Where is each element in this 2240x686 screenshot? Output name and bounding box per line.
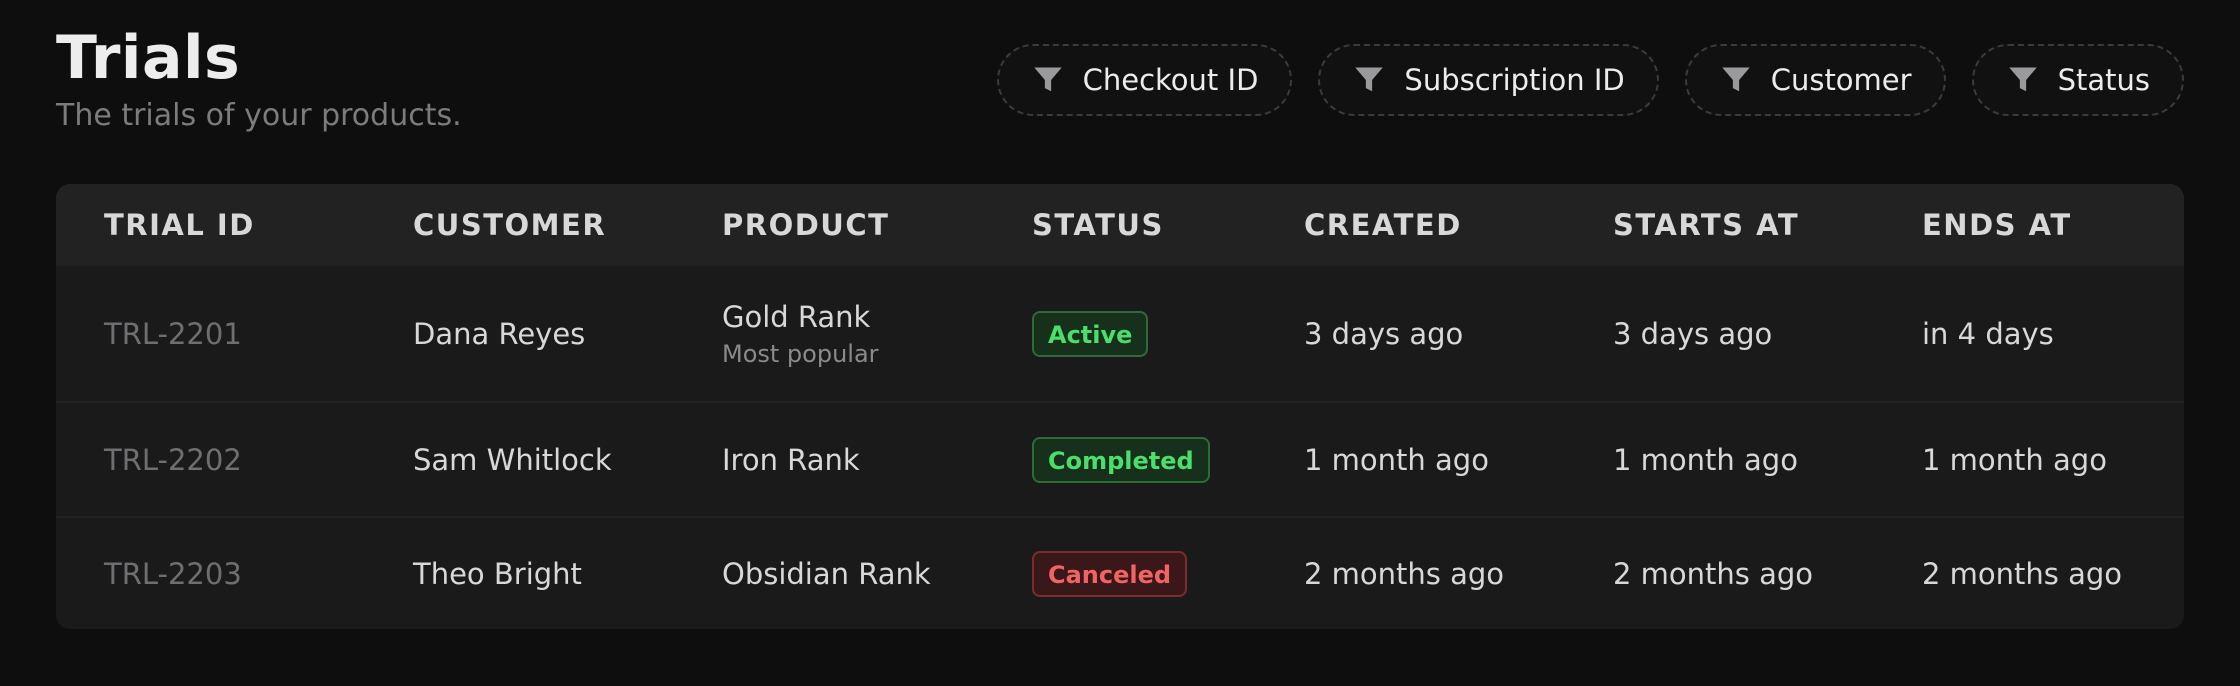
status-cell: Active <box>1032 310 1149 357</box>
filter-label: Checkout ID <box>1082 63 1259 97</box>
column-header-customer[interactable]: CUSTOMER <box>413 208 606 242</box>
starts-at-date: 2 months ago <box>1613 556 1814 591</box>
status-badge: Active <box>1032 310 1149 357</box>
page-subtitle: The trials of your products. <box>56 98 462 133</box>
filter-checkout-id-button[interactable]: Checkout ID <box>996 44 1293 116</box>
column-header-ends-at[interactable]: ENDS AT <box>1922 208 2072 242</box>
product-cell: Gold Rank Most popular <box>722 298 879 370</box>
table-row[interactable]: TRL-2201 Dana Reyes Gold Rank Most popul… <box>56 266 2184 403</box>
ends-at-date: 1 month ago <box>1922 442 2107 477</box>
created-date: 1 month ago <box>1304 442 1489 477</box>
trial-id: TRL-2203 <box>104 556 242 591</box>
table-header: TRIAL ID CUSTOMER PRODUCT STATUS CREATED… <box>56 184 2184 266</box>
filter-label: Subscription ID <box>1404 63 1625 97</box>
trials-page: Trials The trials of your products. Chec… <box>0 0 2240 686</box>
column-header-created[interactable]: CREATED <box>1304 208 1462 242</box>
filter-icon <box>1033 67 1062 92</box>
column-header-product[interactable]: PRODUCT <box>722 208 889 242</box>
trial-id: TRL-2201 <box>104 316 242 351</box>
filter-label: Customer <box>1770 63 1912 97</box>
product-name: Obsidian Rank <box>722 556 931 591</box>
filter-bar: Checkout ID Subscription ID Customer Sta… <box>996 44 2184 116</box>
status-badge: Completed <box>1032 436 1210 483</box>
trials-table: TRIAL ID CUSTOMER PRODUCT STATUS CREATED… <box>56 184 2184 629</box>
column-header-status[interactable]: STATUS <box>1032 208 1164 242</box>
filter-icon <box>1721 67 1750 92</box>
starts-at-date: 1 month ago <box>1613 442 1798 477</box>
page-title: Trials <box>56 23 241 93</box>
filter-icon <box>1355 67 1384 92</box>
created-date: 2 months ago <box>1304 556 1505 591</box>
starts-at-date: 3 days ago <box>1613 316 1773 351</box>
filter-status-button[interactable]: Status <box>1971 44 2184 116</box>
table-row[interactable]: TRL-2203 Theo Bright Obsidian Rank Cance… <box>56 518 2184 629</box>
filter-subscription-id-button[interactable]: Subscription ID <box>1318 44 1659 116</box>
column-header-starts-at[interactable]: STARTS AT <box>1613 208 1799 242</box>
trial-id: TRL-2202 <box>104 442 242 477</box>
filter-customer-button[interactable]: Customer <box>1684 44 1946 116</box>
status-cell: Completed <box>1032 436 1210 483</box>
customer-name: Dana Reyes <box>413 316 586 351</box>
product-name: Gold Rank <box>722 299 871 334</box>
created-date: 3 days ago <box>1304 316 1464 351</box>
filter-label: Status <box>2057 63 2150 97</box>
customer-name: Theo Bright <box>413 556 582 591</box>
table-row[interactable]: TRL-2202 Sam Whitlock Iron Rank Complete… <box>56 403 2184 518</box>
product-note: Most popular <box>722 339 879 368</box>
filter-icon <box>2008 67 2037 92</box>
product-name: Iron Rank <box>722 442 860 477</box>
page-header: Trials The trials of your products. Chec… <box>56 18 2184 148</box>
customer-name: Sam Whitlock <box>413 442 612 477</box>
column-header-trial-id[interactable]: TRIAL ID <box>104 208 255 242</box>
ends-at-date: in 4 days <box>1922 316 2054 351</box>
status-badge: Canceled <box>1032 550 1188 597</box>
status-cell: Canceled <box>1032 550 1188 597</box>
ends-at-date: 2 months ago <box>1922 556 2123 591</box>
